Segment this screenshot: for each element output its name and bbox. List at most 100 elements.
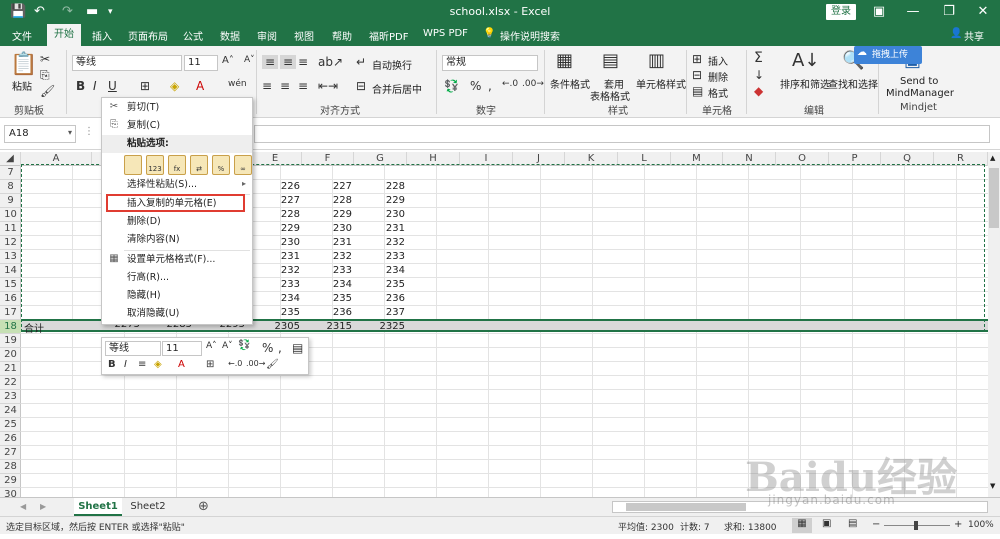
zoom-slider-thumb[interactable] [914, 521, 918, 530]
paste-icon[interactable] [124, 155, 142, 175]
italic-icon[interactable]: I [124, 359, 127, 370]
row-header[interactable]: 12 [0, 236, 21, 250]
cell[interactable]: 234 [254, 292, 300, 306]
name-box[interactable]: A18 [4, 125, 76, 143]
tab-wps-pdf[interactable]: WPS PDF [423, 28, 468, 39]
cell[interactable]: 229 [306, 208, 352, 222]
prev-sheet-icon[interactable]: ◀ [20, 502, 26, 511]
decrease-decimal-icon[interactable]: .00→ [522, 79, 544, 89]
insert-cells-icon[interactable]: ⊞ [692, 52, 702, 66]
phonetic-icon[interactable]: wén [228, 79, 247, 89]
autosum-icon[interactable]: Σ [754, 50, 763, 66]
zoom-in-icon[interactable]: + [954, 519, 962, 530]
sheet-tab-sheet2[interactable]: Sheet2 [124, 498, 172, 516]
indent-icon[interactable]: ⇤⇥ [318, 79, 338, 93]
scroll-down-icon[interactable]: ▼ [990, 482, 995, 490]
delete-cells-button[interactable]: 删除 [708, 69, 728, 84]
cell[interactable]: 234 [306, 278, 352, 292]
fill-icon[interactable]: ↓ [754, 68, 764, 82]
cell[interactable]: 228 [306, 194, 352, 208]
copy-icon[interactable]: ⎘ [40, 68, 50, 83]
format-table-icon[interactable]: ▤ [292, 341, 303, 355]
row-header[interactable]: 19 [0, 334, 21, 348]
grow-font-icon[interactable]: A˄ [206, 341, 217, 351]
number-format-box[interactable]: 常规 [442, 55, 538, 71]
minimize-icon[interactable]: — [898, 2, 928, 22]
row-header[interactable]: 24 [0, 404, 21, 418]
comma-icon[interactable]: , [488, 79, 492, 93]
shrink-font-icon[interactable]: A˅ [222, 341, 233, 351]
orientation-icon[interactable]: ab↗ [318, 55, 343, 69]
column-header[interactable]: J [513, 152, 565, 166]
column-header[interactable]: K [565, 152, 618, 166]
cell[interactable]: 227 [254, 194, 300, 208]
restore-icon[interactable]: ❐ [934, 2, 964, 22]
menu-item-cut[interactable]: 剪切(T) [102, 99, 252, 117]
row-header[interactable]: 11 [0, 222, 21, 236]
fill-color-icon[interactable]: ◈ [154, 359, 162, 370]
cut-icon[interactable]: ✂ [40, 52, 50, 66]
font-color-icon[interactable]: A [178, 359, 185, 370]
page-layout-view-icon[interactable]: ▣ [822, 518, 831, 529]
row-header[interactable]: 8 [0, 180, 21, 194]
increase-decimal-icon[interactable]: ←.0 [228, 359, 242, 368]
currency-icon[interactable]: 💱 [238, 340, 250, 351]
align-bottom-icon[interactable]: ≡ [298, 55, 308, 69]
column-header[interactable]: N [723, 152, 776, 166]
sort-filter-icon[interactable]: A↓ [792, 50, 819, 71]
bold-icon[interactable]: B [76, 79, 85, 93]
row-header[interactable]: 25 [0, 418, 21, 432]
cell[interactable]: 233 [306, 264, 352, 278]
login-button[interactable]: 登录 [826, 4, 856, 20]
sheet-tab-sheet1[interactable]: Sheet1 [74, 498, 122, 516]
cell[interactable]: 235 [359, 278, 405, 292]
row-header[interactable]: 20 [0, 348, 21, 362]
row-header[interactable]: 15 [0, 278, 21, 292]
menu-item-hide[interactable]: 隐藏(H) [102, 287, 252, 305]
row-header[interactable]: 10 [0, 208, 21, 222]
align-center-icon[interactable]: ≡ [280, 79, 290, 93]
conditional-format-button[interactable]: 条件格式 [550, 76, 590, 91]
tab-page-layout[interactable]: 页面布局 [128, 28, 168, 43]
format-as-table-button-line2[interactable]: 表格格式 [590, 88, 630, 103]
cell[interactable]: 233 [359, 250, 405, 264]
percent-icon[interactable]: % [262, 341, 273, 355]
column-header[interactable]: A [21, 152, 92, 166]
wrap-text-icon[interactable]: ↵ [356, 55, 366, 69]
align-top-icon[interactable]: ≡ [262, 55, 278, 69]
increase-decimal-icon[interactable]: ←.0 [502, 79, 518, 89]
cell[interactable]: 232 [359, 236, 405, 250]
tab-formulas[interactable]: 公式 [183, 28, 203, 43]
row-header[interactable]: 7 [0, 166, 21, 180]
menu-item-row-height[interactable]: 行高(R)... [102, 269, 252, 287]
row-header[interactable]: 13 [0, 250, 21, 264]
comma-icon[interactable]: , [278, 341, 282, 355]
column-header[interactable]: H [407, 152, 460, 166]
cell-a18[interactable]: 合计 [24, 320, 44, 335]
format-painter-icon[interactable]: 🖌 [266, 359, 279, 370]
cell[interactable]: 233 [254, 278, 300, 292]
format-as-table-icon[interactable]: ▤ [602, 50, 619, 71]
cell[interactable]: 235 [254, 306, 300, 320]
cell[interactable]: 230 [306, 222, 352, 236]
column-header[interactable]: O [776, 152, 829, 166]
percent-icon[interactable]: % [470, 79, 481, 93]
insert-cells-button[interactable]: 插入 [708, 53, 728, 68]
horizontal-scroll-thumb[interactable] [626, 503, 746, 511]
cell[interactable]: 232 [254, 264, 300, 278]
scroll-thumb[interactable] [989, 168, 999, 228]
cell[interactable]: 2315 [306, 320, 352, 334]
font-size-box[interactable]: 11 [184, 55, 218, 71]
tab-review[interactable]: 审阅 [257, 28, 277, 43]
cell[interactable]: 231 [359, 222, 405, 236]
normal-view-icon[interactable]: ▦ [792, 518, 812, 533]
column-header[interactable]: R [934, 152, 988, 166]
cell-styles-button[interactable]: 单元格样式 [636, 76, 686, 91]
format-cells-button[interactable]: 格式 [708, 85, 728, 100]
row-header[interactable]: 26 [0, 432, 21, 446]
merge-center-icon[interactable]: ⊟ [356, 79, 366, 93]
underline-icon[interactable]: U [108, 79, 117, 93]
cell[interactable]: 2305 [254, 320, 300, 334]
name-box-dropdown-icon[interactable]: ▾ [68, 128, 72, 137]
row-header[interactable]: 23 [0, 390, 21, 404]
